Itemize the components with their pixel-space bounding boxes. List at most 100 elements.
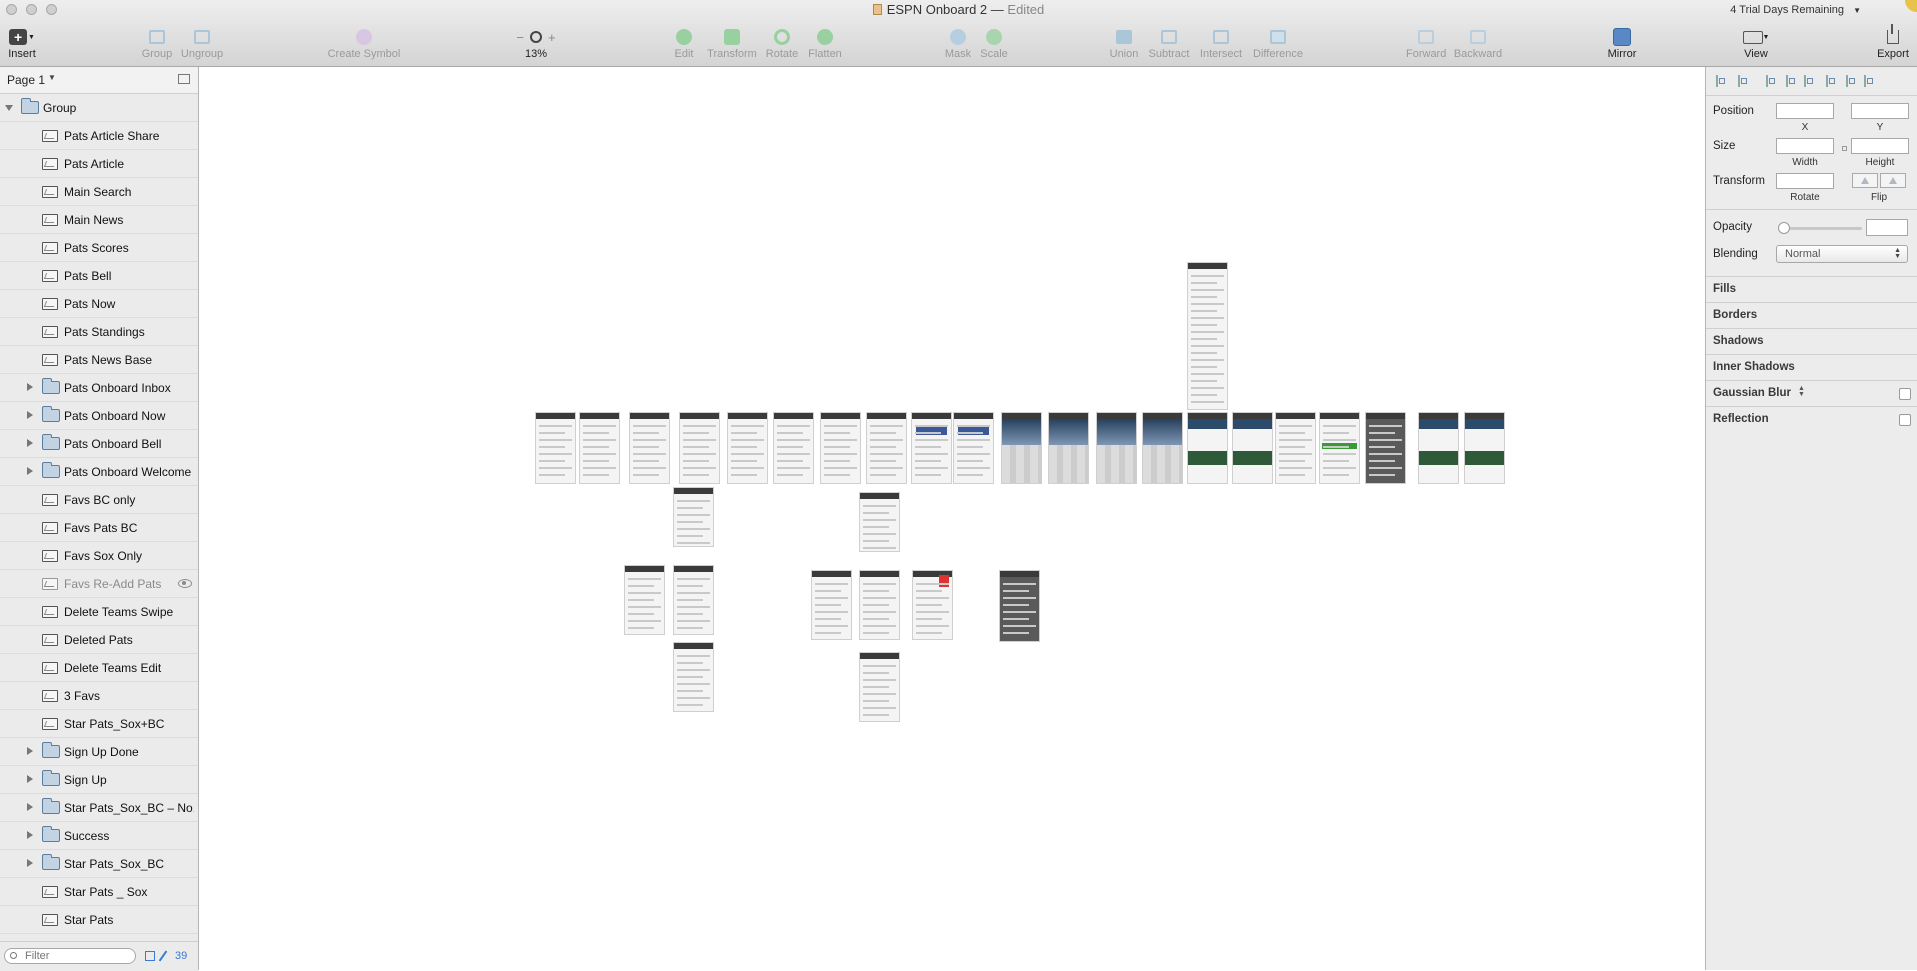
flatten-button[interactable]: Flatten	[805, 26, 845, 62]
artboard-thumbnail[interactable]	[1187, 412, 1228, 484]
layer-row[interactable]: Sign Up Done	[0, 738, 198, 766]
disclosure-closed-icon[interactable]	[27, 831, 33, 839]
distribute-horizontal-icon[interactable]	[1714, 75, 1726, 87]
layer-row[interactable]: Pats Article	[0, 150, 198, 178]
artboard-thumbnail[interactable]	[912, 570, 953, 640]
artboard-thumbnail[interactable]	[1275, 412, 1316, 484]
layer-row[interactable]: 3 Favs	[0, 682, 198, 710]
layer-row[interactable]: Pats Now	[0, 290, 198, 318]
align-bottom-icon[interactable]	[1862, 75, 1874, 87]
layer-row[interactable]: Pats News Base	[0, 346, 198, 374]
artboard-thumbnail[interactable]	[1142, 412, 1183, 484]
layer-row[interactable]: Star Pats_Sox_BC	[0, 850, 198, 878]
disclosure-closed-icon[interactable]	[27, 747, 33, 755]
disclosure-closed-icon[interactable]	[27, 775, 33, 783]
layer-row[interactable]: Deleted Pats	[0, 626, 198, 654]
blur-type-stepper-icon[interactable]: ▲ ▼	[1798, 385, 1805, 398]
disclosure-closed-icon[interactable]	[27, 803, 33, 811]
artboard-thumbnail[interactable]	[673, 565, 714, 635]
flip-horizontal-button[interactable]	[1852, 173, 1878, 188]
layer-row[interactable]: Delete Teams Edit	[0, 654, 198, 682]
opacity-slider-knob[interactable]	[1778, 222, 1790, 234]
layer-row[interactable]: Pats Onboard Bell	[0, 430, 198, 458]
disclosure-open-icon[interactable]	[5, 105, 13, 111]
export-button[interactable]: Export	[1874, 24, 1912, 62]
layer-row[interactable]: Sign Up	[0, 766, 198, 794]
section-gaussian-blur[interactable]: Gaussian Blur ▲ ▼	[1706, 380, 1917, 407]
layer-row[interactable]: Delete Teams Swipe	[0, 598, 198, 626]
layer-row[interactable]: Star Pats_Sox_BC – No...	[0, 794, 198, 822]
artboard-thumbnail[interactable]	[673, 487, 714, 547]
design-canvas[interactable]	[199, 67, 1704, 970]
section-enable-checkbox[interactable]	[1899, 388, 1911, 400]
layer-row[interactable]: Star Pats	[0, 906, 198, 934]
opacity-field[interactable]	[1866, 219, 1908, 236]
layer-row[interactable]: Main Search	[0, 178, 198, 206]
forward-button[interactable]: Forward	[1406, 26, 1446, 62]
align-top-icon[interactable]	[1824, 75, 1836, 87]
layer-row[interactable]: Star Pats_Sox+BC	[0, 710, 198, 738]
layer-row[interactable]: Favs Re-Add Pats	[0, 570, 198, 598]
create-symbol-button[interactable]: Create Symbol	[326, 26, 402, 62]
flip-vertical-button[interactable]	[1880, 173, 1906, 188]
rotate-button[interactable]: Rotate	[763, 26, 801, 62]
toggle-pages-icon[interactable]	[178, 74, 190, 84]
layer-row[interactable]: Pats Standings	[0, 318, 198, 346]
difference-button[interactable]: Difference	[1250, 26, 1306, 62]
artboard-thumbnail[interactable]	[1418, 412, 1459, 484]
artboard-filter-icon[interactable]	[145, 951, 155, 961]
view-button[interactable]: ▼ View	[1738, 26, 1774, 62]
lock-ratio-icon[interactable]	[1842, 146, 1847, 151]
rotate-field[interactable]	[1776, 173, 1834, 189]
filter-input[interactable]	[4, 948, 136, 964]
disclosure-closed-icon[interactable]	[27, 467, 33, 475]
opacity-slider[interactable]	[1782, 227, 1862, 230]
artboard-thumbnail[interactable]	[999, 570, 1040, 642]
subtract-button[interactable]: Subtract	[1145, 26, 1193, 62]
y-field[interactable]	[1851, 103, 1909, 119]
layer-row[interactable]: Favs Sox Only	[0, 542, 198, 570]
zoom-in-button[interactable]: +	[548, 30, 556, 45]
artboard-thumbnail[interactable]	[820, 412, 861, 484]
section-fills[interactable]: Fills	[1706, 276, 1917, 303]
align-right-icon[interactable]	[1802, 75, 1814, 87]
artboard-thumbnail[interactable]	[811, 570, 852, 640]
artboard-thumbnail[interactable]	[727, 412, 768, 484]
backward-button[interactable]: Backward	[1452, 26, 1504, 62]
layer-row[interactable]: Pats Onboard Welcome	[0, 458, 198, 486]
layer-row[interactable]: Success	[0, 822, 198, 850]
artboard-thumbnail[interactable]	[679, 412, 720, 484]
artboard-thumbnail[interactable]	[866, 412, 907, 484]
artboard-thumbnail[interactable]	[624, 565, 665, 635]
artboard-thumbnail[interactable]	[859, 652, 900, 722]
layer-row[interactable]: Group	[0, 94, 198, 122]
align-left-icon[interactable]	[1764, 75, 1776, 87]
disclosure-closed-icon[interactable]	[27, 439, 33, 447]
disclosure-closed-icon[interactable]	[27, 411, 33, 419]
fullscreen-corner-icon[interactable]	[1903, 0, 1917, 14]
layer-row[interactable]: Pats Article Share	[0, 122, 198, 150]
section-reflection[interactable]: Reflection	[1706, 406, 1917, 433]
align-center-icon[interactable]	[1784, 75, 1796, 87]
scale-button[interactable]: Scale	[978, 26, 1010, 62]
disclosure-closed-icon[interactable]	[27, 383, 33, 391]
edit-filter-icon[interactable]	[158, 950, 168, 962]
section-enable-checkbox[interactable]	[1899, 414, 1911, 426]
artboard-thumbnail[interactable]	[629, 412, 670, 484]
mirror-button[interactable]: Mirror	[1604, 26, 1640, 62]
artboard-thumbnail[interactable]	[1187, 262, 1228, 410]
layer-row[interactable]: Favs Pats BC	[0, 514, 198, 542]
section-shadows[interactable]: Shadows	[1706, 328, 1917, 355]
layer-row[interactable]: Favs BC only	[0, 486, 198, 514]
artboard-thumbnail[interactable]	[1001, 412, 1042, 484]
artboard-thumbnail[interactable]	[1048, 412, 1089, 484]
layer-row[interactable]: Pats Onboard Inbox	[0, 374, 198, 402]
disclosure-closed-icon[interactable]	[27, 859, 33, 867]
transform-button[interactable]: Transform	[706, 26, 758, 62]
height-field[interactable]	[1851, 138, 1909, 154]
artboard-thumbnail[interactable]	[953, 412, 994, 484]
artboard-thumbnail[interactable]	[1365, 412, 1406, 484]
width-field[interactable]	[1776, 138, 1834, 154]
artboard-thumbnail[interactable]	[673, 642, 714, 712]
x-field[interactable]	[1776, 103, 1834, 119]
